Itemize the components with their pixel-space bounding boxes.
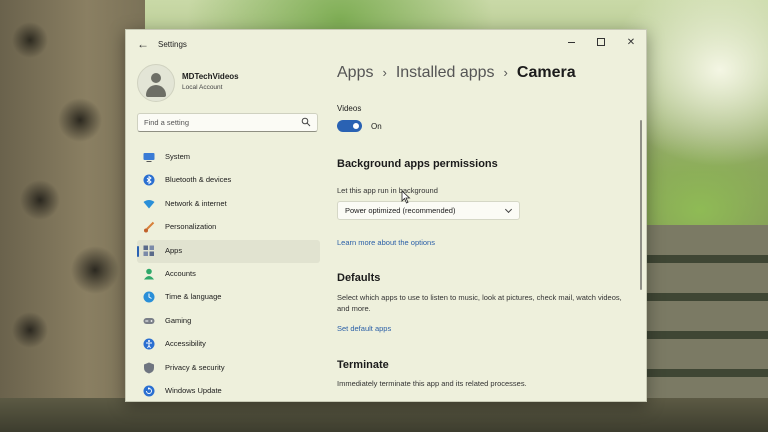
sidebar-item-windows-update[interactable]: Windows Update (137, 380, 320, 401)
sidebar-item-label: Personalization (165, 222, 217, 232)
sidebar-item-personalization[interactable]: Personalization (137, 216, 320, 239)
maximize-icon (597, 38, 605, 47)
profile-account-type: Local Account (182, 84, 223, 91)
learn-more-link[interactable]: Learn more about the options (337, 238, 435, 247)
shield-icon (144, 362, 154, 374)
text-cursor-icon (401, 190, 411, 204)
sidebar-item-label: Gaming (165, 315, 192, 325)
search-icon (301, 117, 311, 127)
minimize-icon (567, 41, 575, 43)
sidebar-item-bluetooth[interactable]: Bluetooth & devices (137, 169, 320, 192)
defaults-description: Select which apps to use to listen to mu… (337, 293, 622, 313)
wifi-icon (143, 199, 155, 209)
scrollbar[interactable] (640, 120, 642, 290)
sidebar-item-time-language[interactable]: Time & language (137, 286, 320, 309)
sidebar-item-accessibility[interactable]: Accessibility (137, 333, 320, 356)
sidebar-nav: System Bluetooth & devices Network & int… (137, 146, 320, 401)
background-run-dropdown[interactable]: Power optimized (recommended) (337, 201, 520, 220)
maximize-button[interactable] (586, 34, 616, 52)
toggle-knob (353, 123, 359, 129)
sidebar-item-label: Privacy & security (165, 362, 225, 372)
breadcrumb-separator: › (382, 65, 387, 80)
page-title: Camera (516, 64, 576, 81)
breadcrumb-separator: › (503, 65, 508, 80)
terminate-title: Terminate (337, 359, 389, 371)
sidebar-item-system[interactable]: System (137, 146, 320, 169)
person-icon (144, 268, 154, 280)
monitor-icon (143, 153, 155, 162)
sidebar-item-privacy-security[interactable]: Privacy & security (137, 357, 320, 380)
title-bar: ← Settings ✕ (126, 30, 646, 60)
sidebar-item-label: Windows Update (165, 385, 222, 395)
dropdown-value: Power optimized (recommended) (345, 206, 456, 215)
chevron-down-icon (504, 205, 513, 214)
avatar (137, 64, 175, 102)
videos-label: Videos (337, 104, 362, 113)
active-indicator (137, 245, 139, 257)
defaults-title: Defaults (337, 272, 381, 284)
wallpaper-rock-wall (0, 0, 145, 432)
search-input[interactable]: Find a setting (137, 113, 318, 132)
sidebar-item-label: Accounts (165, 268, 196, 278)
settings-window: ← Settings ✕ MDTechVideos Local Account … (125, 29, 647, 402)
avatar-head-icon (151, 73, 161, 83)
wallpaper-ground (0, 398, 768, 432)
bluetooth-icon (143, 174, 155, 186)
minimize-button[interactable] (556, 34, 586, 52)
sidebar-item-network[interactable]: Network & internet (137, 193, 320, 216)
profile-name: MDTechVideos (182, 72, 239, 81)
sidebar-item-accounts[interactable]: Accounts (137, 263, 320, 286)
set-default-apps-link[interactable]: Set default apps (337, 324, 391, 333)
sidebar-item-label: Apps (165, 245, 183, 255)
breadcrumb-apps[interactable]: Apps (337, 64, 373, 81)
brush-icon (144, 221, 155, 233)
controller-icon (143, 317, 155, 324)
sidebar-item-label: Bluetooth & devices (165, 175, 232, 185)
sidebar-item-gaming[interactable]: Gaming (137, 310, 320, 333)
globe-clock-icon (143, 291, 155, 303)
update-icon (143, 385, 155, 397)
search-placeholder: Find a setting (144, 118, 190, 127)
terminate-description: Immediately terminate this app and its r… (337, 379, 527, 388)
app-title: Settings (158, 40, 187, 49)
breadcrumb: Apps › Installed apps › Camera (337, 64, 576, 82)
background-permissions-title: Background apps permissions (337, 158, 498, 170)
sidebar-item-label: Accessibility (165, 339, 206, 349)
videos-toggle[interactable] (337, 120, 362, 132)
videos-toggle-state: On (371, 122, 382, 131)
back-button[interactable]: ← (135, 36, 151, 52)
sidebar-item-label: Time & language (165, 292, 222, 302)
apps-icon (143, 245, 154, 256)
background-run-label: Let this app run in background (337, 186, 438, 195)
close-button[interactable]: ✕ (616, 34, 646, 52)
user-profile[interactable]: MDTechVideos Local Account (137, 64, 317, 104)
sidebar-item-label: Network & internet (165, 198, 227, 208)
avatar-body-icon (146, 85, 166, 97)
sidebar-item-label: System (165, 152, 191, 161)
sidebar-item-apps[interactable]: Apps (137, 239, 320, 263)
breadcrumb-installed-apps[interactable]: Installed apps (396, 64, 495, 81)
accessibility-icon (143, 338, 155, 350)
